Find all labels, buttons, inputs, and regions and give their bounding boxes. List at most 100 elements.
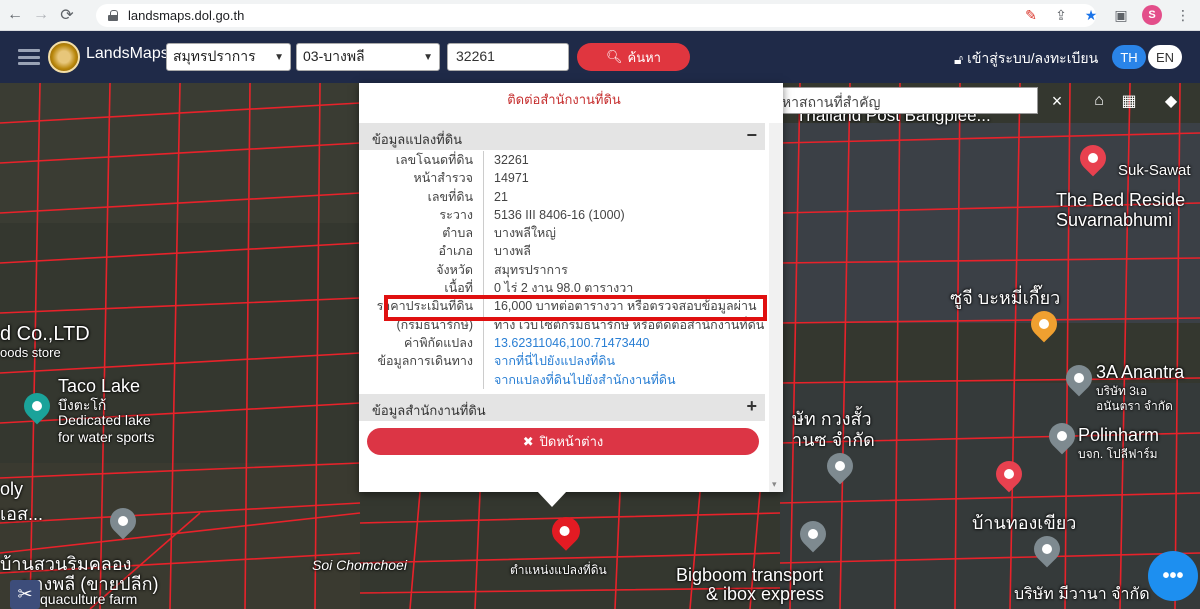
info-key: ตำบล <box>359 224 484 243</box>
info-row: ข้อมูลการเดินทาง จากที่นี่ไปยังแปลงที่ดิน <box>359 352 765 371</box>
info-row: ตำบล บางพลีใหญ่ <box>359 224 765 243</box>
close-window-label: ปิดหน้าต่าง <box>539 434 604 449</box>
extension-icon[interactable]: ✎ <box>1022 6 1040 24</box>
map-label: Polinharm <box>1078 425 1160 445</box>
dol-logo <box>48 41 80 73</box>
login-label: เข้าสู่ระบบ/ลงทะเบียน <box>967 50 1099 66</box>
home-icon[interactable]: ⌂ <box>1086 89 1112 113</box>
info-key: อำเภอ <box>359 242 484 261</box>
map-label: บ้านทองเขียว <box>972 513 1077 533</box>
info-row: เลขโฉนดที่ดิน 32261 <box>359 151 765 170</box>
lock-icon <box>108 10 118 21</box>
info-row: เลขที่ดิน 21 <box>359 187 765 206</box>
chevron-down-icon: ▼ <box>274 51 284 63</box>
info-key: ระวาง <box>359 205 484 225</box>
map-label: บจก. โปลีฟาร์ม <box>1078 447 1158 461</box>
reload-icon[interactable]: ⟳ <box>56 4 78 26</box>
back-icon[interactable]: ← <box>4 4 26 26</box>
map-label: d Co.,LTD <box>0 323 90 345</box>
brand-name: LandsMaps <box>86 45 169 62</box>
info-link[interactable]: 13.62311046,100.71473440 <box>484 334 765 352</box>
url-text: landsmaps.dol.go.th <box>128 8 245 23</box>
map-label: านซ จำกัด <box>792 430 875 450</box>
address-bar[interactable]: landsmaps.dol.go.th <box>96 4 1096 27</box>
expand-icon[interactable]: + <box>746 396 757 417</box>
map-label: The Bed Reside <box>1056 190 1186 210</box>
more-options-button[interactable]: ••• <box>1148 551 1198 601</box>
forward-icon[interactable]: → <box>30 4 52 26</box>
side-panel-icon[interactable]: ▣ <box>1112 6 1130 24</box>
district-value: 03-บางพลี <box>303 48 365 64</box>
map-label: Bigboom transport <box>676 565 824 585</box>
info-value: 21 <box>494 189 508 204</box>
popup-scrollbar[interactable] <box>769 123 783 492</box>
info-key: ค่าพิกัดแปลง <box>359 333 484 353</box>
close-window-button[interactable]: ✖ ปิดหน้าต่าง <box>367 428 759 455</box>
map-label: oly <box>0 479 24 499</box>
info-key: ข้อมูลการเดินทาง <box>359 352 484 371</box>
info-key: จังหวัด <box>359 260 484 280</box>
info-value: 32261 <box>494 153 529 167</box>
info-key: หน้าสำรวจ <box>359 169 484 188</box>
map-label: Suk-Sawat <box>1118 162 1191 179</box>
notice-text: ติดต่อสำนักงานที่ดิน <box>507 92 621 107</box>
section-title: ข้อมูลสำนักงานที่ดิน <box>372 403 486 418</box>
close-icon: ✖ <box>522 433 534 449</box>
map-label: for water sports <box>58 429 155 445</box>
info-value: 14971 <box>494 171 529 186</box>
info-link[interactable]: จากที่นี่ไปยังแปลงที่ดิน <box>484 352 765 370</box>
hamburger-menu-icon[interactable] <box>18 49 40 65</box>
map-label: เอส... <box>0 504 43 524</box>
map-label: ตำแหน่งแปลงที่ดิน <box>510 563 607 577</box>
popup-tail <box>537 491 567 507</box>
map-label: Dedicated lake <box>58 412 151 428</box>
map-label: 3A Anantra <box>1096 362 1185 382</box>
map-label: ซูจี บะหมี่เกี๊ยว <box>950 288 1061 308</box>
parcel-number-input[interactable]: 32261 <box>447 43 569 71</box>
browser-actions: ✎ ⇪ ★ ▣ S ⋮ <box>1022 5 1192 25</box>
login-link[interactable]: 🔓︎ เข้าสู่ระบบ/ลงทะเบียน <box>954 48 1098 70</box>
parcel-info-section-header[interactable]: ข้อมูลแปลงที่ดิน − <box>359 123 765 150</box>
info-row: จังหวัด สมุทรปราการ <box>359 260 765 280</box>
parcel-info-popup: ติดต่อสำนักงานที่ดิน ข้อมูลแปลงที่ดิน − … <box>359 83 783 492</box>
search-button[interactable]: 🔍︎ ค้นหา <box>577 43 690 71</box>
info-row: ระวาง 5136 III 8406-16 (1000) <box>359 205 765 225</box>
land-price-highlight <box>384 295 767 321</box>
map-label: & ibox express <box>706 584 825 604</box>
tools-icon[interactable]: ✂ <box>10 580 40 609</box>
info-row: หน้าสำรวจ 14971 <box>359 169 765 188</box>
info-row: จากแปลงที่ดินไปยังสำนักงานที่ดิน <box>359 370 765 389</box>
map-label: quaculture farm <box>40 591 138 607</box>
lang-th-button[interactable]: TH <box>1112 45 1146 69</box>
layers-icon[interactable]: ◆ <box>1158 89 1184 113</box>
bookmark-star-icon[interactable]: ★ <box>1082 6 1100 24</box>
parcel-info-table: เลขโฉนดที่ดิน 32261 หน้าสำรวจ 14971 เลขที่ดิ… <box>359 151 765 389</box>
info-value: บางพลีใหญ่ <box>494 226 556 241</box>
info-row: อำเภอ บางพลี <box>359 242 765 261</box>
search-icon: 🔍︎ <box>606 49 623 64</box>
section-title: ข้อมูลแปลงที่ดิน <box>372 132 463 147</box>
grid-icon[interactable]: ▦ <box>1116 89 1142 113</box>
chevron-down-icon: ▼ <box>423 51 433 63</box>
clear-search-icon[interactable]: × <box>1044 89 1070 113</box>
share-icon[interactable]: ⇪ <box>1052 6 1070 24</box>
profile-avatar[interactable]: S <box>1142 5 1162 25</box>
collapse-icon[interactable]: − <box>746 125 757 146</box>
lang-en-button[interactable]: EN <box>1148 45 1182 69</box>
lock-icon: 🔓︎ <box>954 50 964 67</box>
map-label: oods store <box>0 345 61 360</box>
info-key: เลขโฉนดที่ดิน <box>359 151 484 170</box>
menu-dots-icon[interactable]: ⋮ <box>1174 6 1192 24</box>
info-value: สมุทรปราการ <box>494 262 568 277</box>
info-value: บางพลี <box>494 244 531 259</box>
info-key <box>359 370 484 389</box>
province-select[interactable]: สมุทรปราการ ▼ <box>166 43 291 71</box>
map-label: Soi Chomchoei <box>312 557 407 573</box>
office-info-section-header[interactable]: ข้อมูลสำนักงานที่ดิน + <box>359 394 765 421</box>
map-label: Suvarnabhumi <box>1056 210 1173 230</box>
map-label: บริษัท มีวานา จำกัด <box>1014 586 1150 603</box>
district-select[interactable]: 03-บางพลี ▼ <box>296 43 440 71</box>
place-search-input[interactable]: ค้นหาสถานที่สำคัญ <box>758 87 1038 114</box>
info-link[interactable]: จากแปลงที่ดินไปยังสำนักงานที่ดิน <box>484 371 765 389</box>
map-label: อนันตรา จำกัด <box>1096 399 1173 413</box>
